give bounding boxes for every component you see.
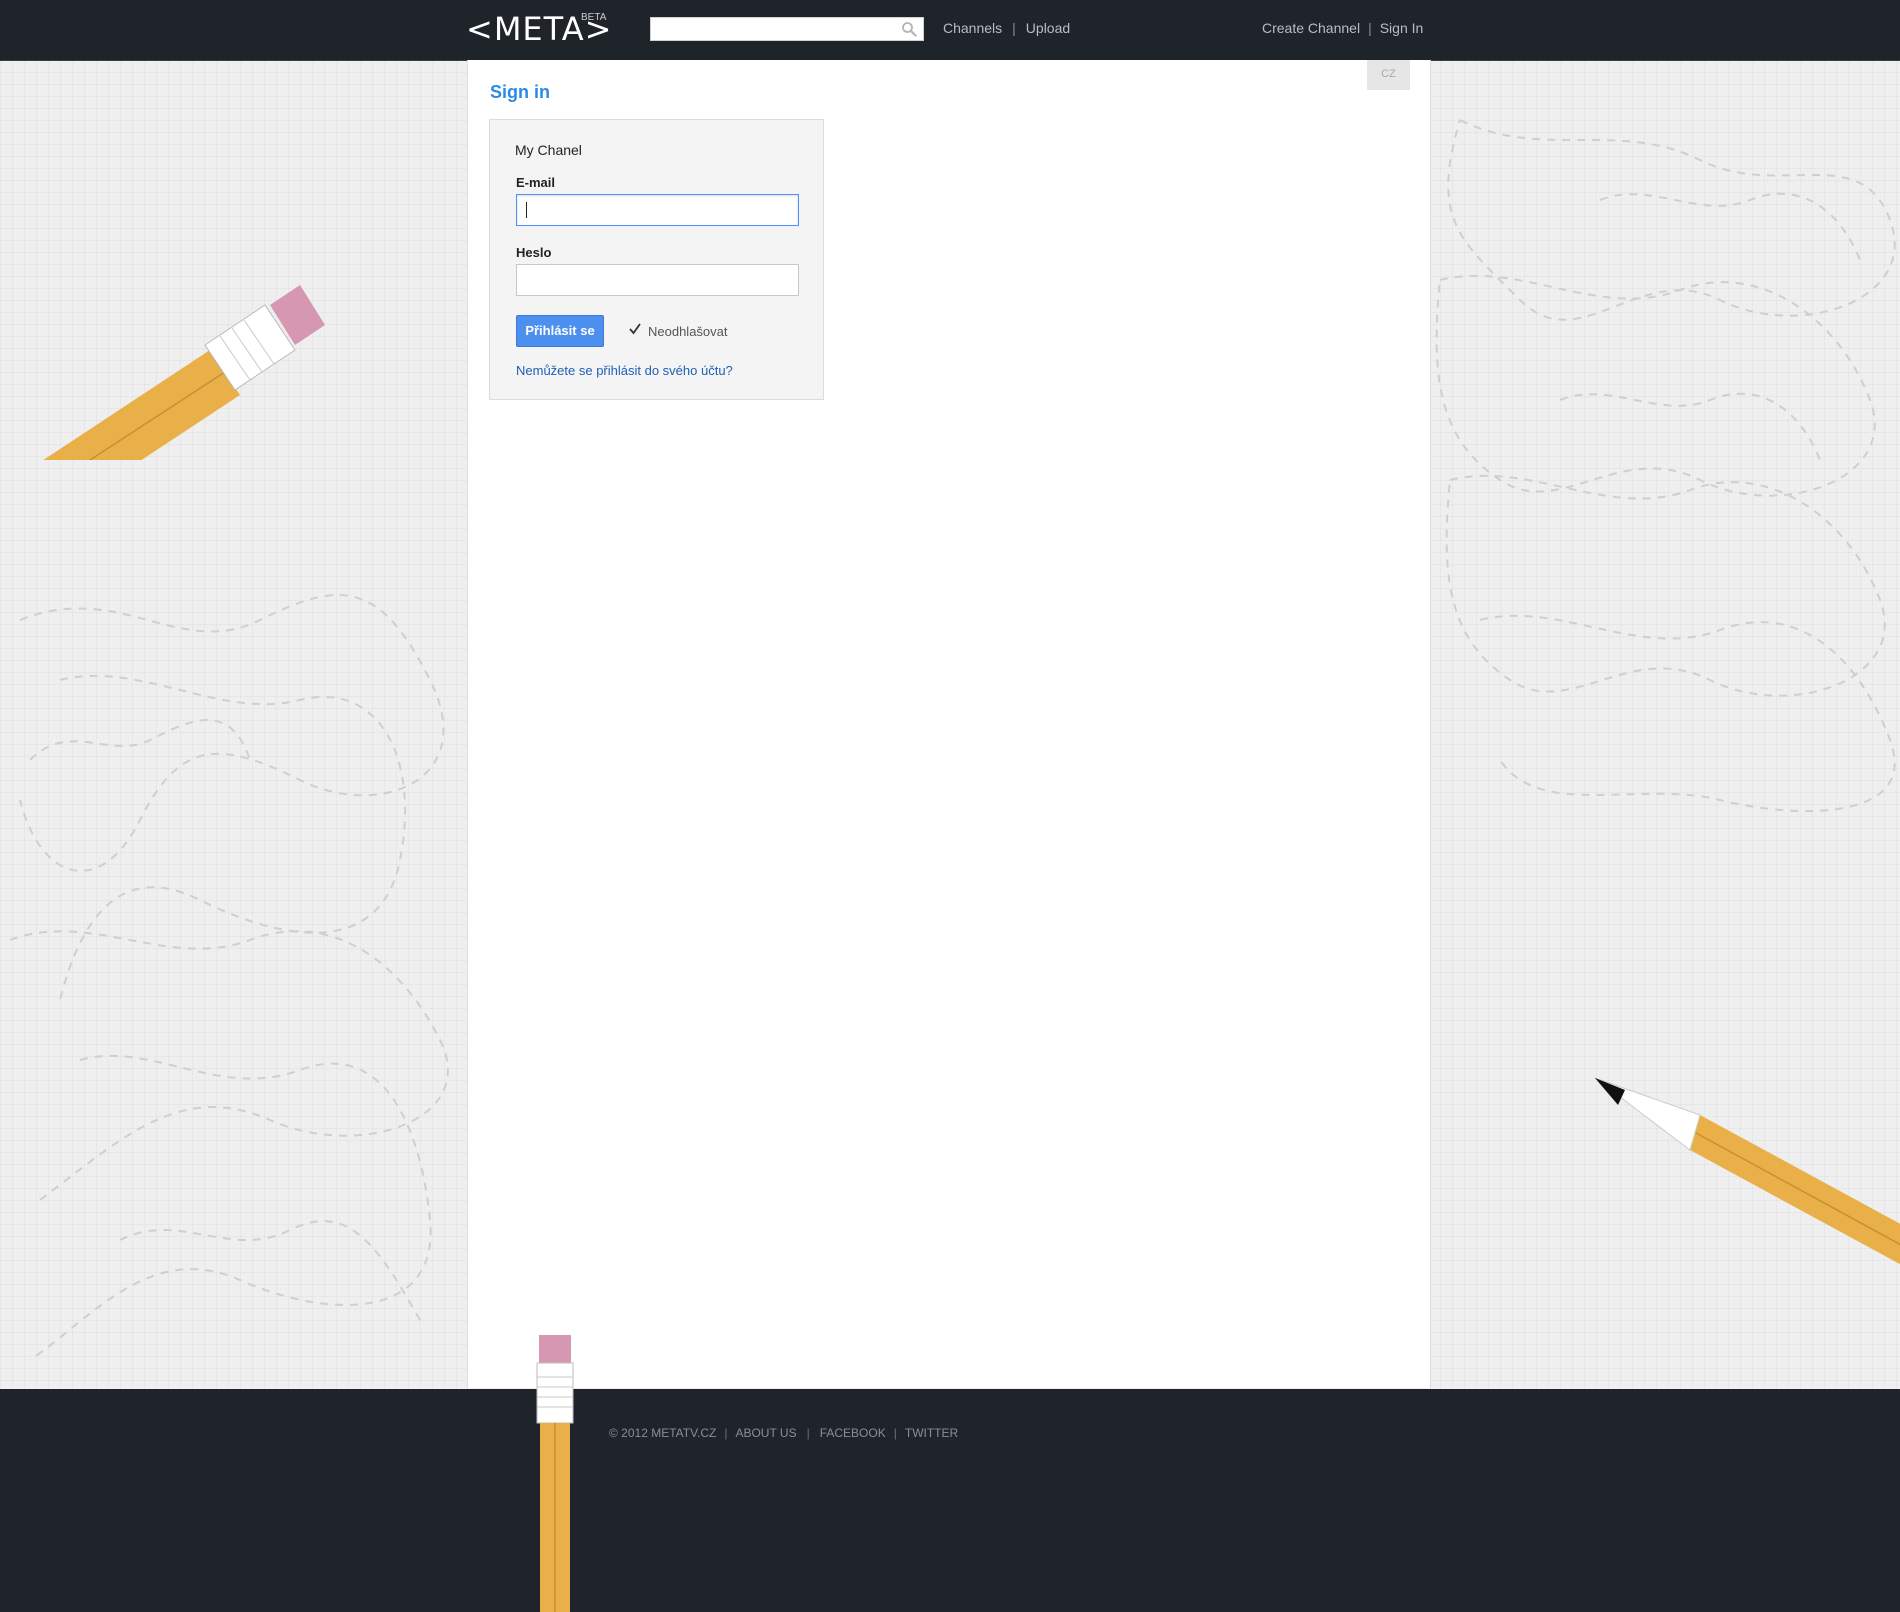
email-label: E-mail <box>516 175 556 190</box>
login-form: My Chanel E-mail Heslo Přihlásit se Neod… <box>489 119 824 400</box>
nav-upload-link[interactable]: Upload <box>1026 20 1070 36</box>
footer-twitter-link[interactable]: TWITTER <box>905 1426 958 1440</box>
nav-channels-link[interactable]: Channels <box>943 20 1002 36</box>
account-separator: | <box>1368 20 1372 36</box>
footer-links: © 2012 METATV.CZ | ABOUT US | FACEBOOK | TWITT… <box>609 1426 958 1440</box>
sign-in-link[interactable]: Sign In <box>1380 20 1424 36</box>
nav-separator: | <box>1012 20 1016 36</box>
language-switch[interactable]: CZ <box>1367 60 1410 90</box>
remember-label[interactable]: Neodhlašovat <box>648 324 728 339</box>
footer-about-link[interactable]: ABOUT US <box>735 1426 796 1440</box>
create-channel-link[interactable]: Create Channel <box>1262 20 1360 36</box>
search-input[interactable] <box>651 18 903 40</box>
footer: © 2012 METATV.CZ | ABOUT US | FACEBOOK | TWITT… <box>0 1389 1900 1612</box>
main-nav: Channels | Upload <box>943 20 1070 36</box>
password-label: Heslo <box>516 245 552 260</box>
pencil-right-illustration <box>1594 1077 1900 1265</box>
page-title: Sign in <box>490 82 550 102</box>
password-field-wrapper <box>516 264 799 296</box>
forgot-account-link[interactable]: Nemůžete se přihlásit do svého účtu? <box>516 363 733 378</box>
email-field-wrapper <box>516 194 799 226</box>
beta-badge: BETA <box>581 12 607 23</box>
form-heading: My Chanel <box>515 142 582 158</box>
top-navigation-bar: <META> BETA Channels | Upload Create Chann… <box>0 0 1900 61</box>
footer-separator: | <box>893 1426 897 1440</box>
footer-separator: | <box>806 1426 810 1440</box>
sign-in-button[interactable]: Přihlásit se <box>516 315 604 347</box>
password-field[interactable] <box>517 265 798 295</box>
account-nav: Create Channel | Sign In <box>1262 20 1423 36</box>
search-icon[interactable] <box>901 21 917 37</box>
footer-copyright: © 2012 METATV.CZ <box>609 1426 717 1440</box>
footer-separator: | <box>724 1426 728 1440</box>
text-caret <box>526 202 527 218</box>
search-box <box>650 17 924 41</box>
footer-facebook-link[interactable]: FACEBOOK <box>820 1426 886 1440</box>
remember-checkbox[interactable] <box>628 322 642 336</box>
pencil-top-left-illustration <box>43 285 325 460</box>
email-field[interactable] <box>517 195 798 225</box>
